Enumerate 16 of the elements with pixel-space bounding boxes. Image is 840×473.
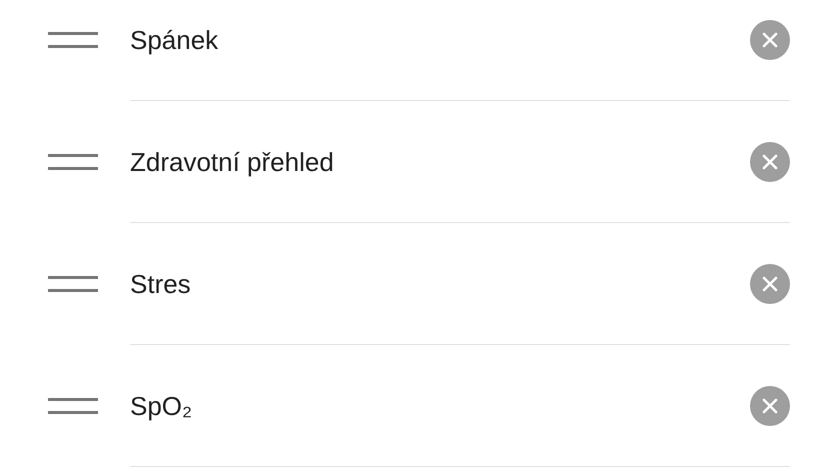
drag-handle-icon[interactable]	[48, 154, 98, 170]
item-label: Spánek	[130, 24, 220, 56]
close-icon	[762, 32, 778, 48]
remove-button[interactable]	[750, 264, 790, 304]
drag-handle-icon[interactable]	[48, 32, 98, 48]
close-icon	[762, 276, 778, 292]
remove-button[interactable]	[750, 20, 790, 60]
close-icon	[762, 398, 778, 414]
drag-handle-icon[interactable]	[48, 276, 98, 292]
remove-button[interactable]	[750, 142, 790, 182]
item-label: Zdravotní přehled	[130, 146, 335, 178]
drag-handle-icon[interactable]	[48, 398, 98, 414]
item-label: Stres	[130, 268, 192, 300]
close-icon	[762, 154, 778, 170]
remove-button[interactable]	[750, 386, 790, 426]
item-label: SpO₂	[130, 390, 194, 422]
